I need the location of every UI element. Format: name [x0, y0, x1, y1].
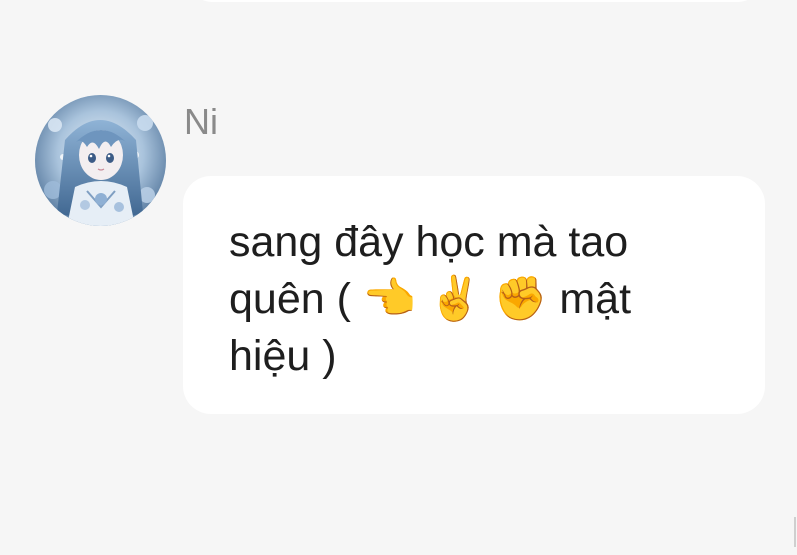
message-text: sang đây học mà tao quên ( 👈 ✌️ ✊ mật hi… [229, 218, 632, 380]
sender-name: Ni [184, 101, 218, 142]
anime-girl-avatar-icon [35, 95, 166, 226]
previous-message-bubble [190, 0, 760, 2]
scroll-indicator [794, 517, 796, 547]
sender-avatar[interactable] [35, 95, 166, 226]
message-bubble[interactable]: sang đây học mà tao quên ( 👈 ✌️ ✊ mật hi… [183, 176, 765, 414]
